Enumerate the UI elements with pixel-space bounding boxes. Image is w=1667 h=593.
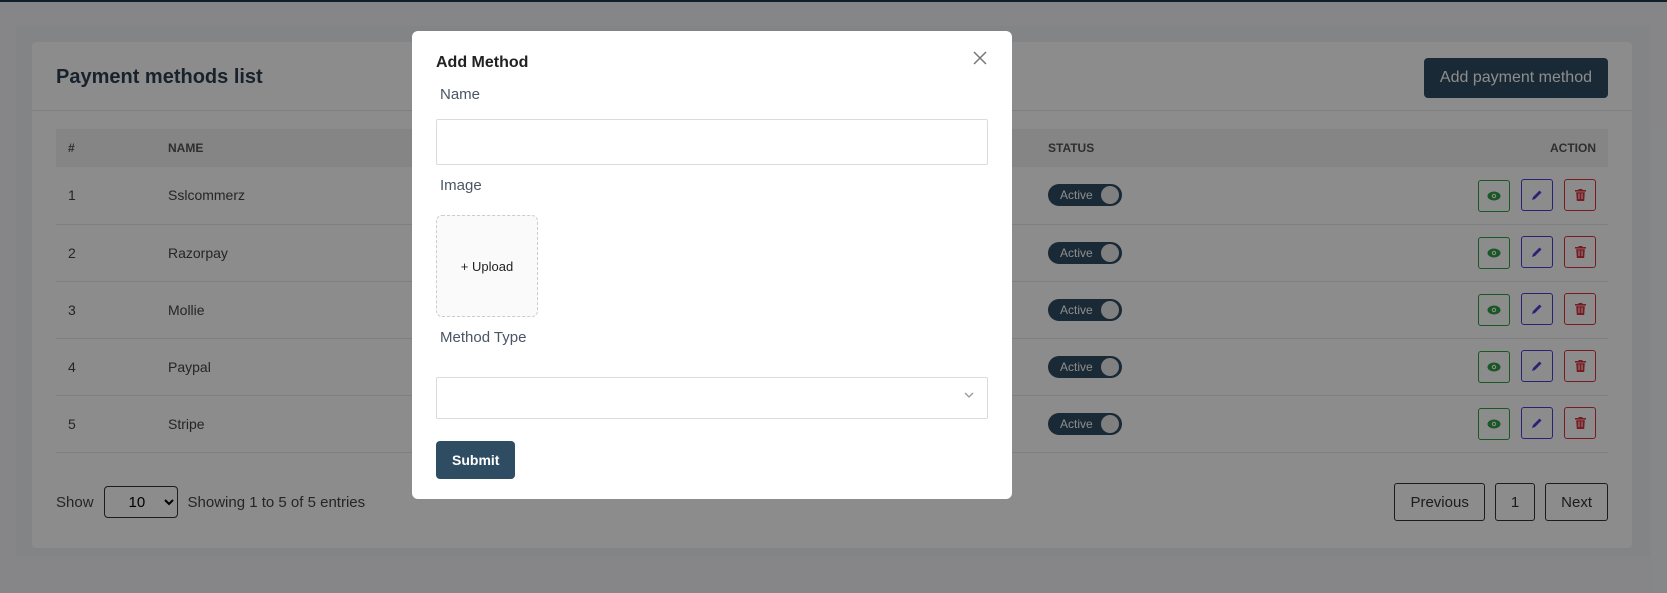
name-label: Name [440,86,481,103]
modal-title: Add Method [436,54,529,71]
chevron-down-icon [963,388,975,404]
image-upload-button[interactable]: + Upload [436,215,538,317]
method-type-select[interactable] [436,377,988,419]
close-icon[interactable] [968,47,992,71]
method-type-label: Method Type [440,329,527,346]
upload-text: + Upload [460,258,514,274]
add-method-modal: Add Method Name Image + Upload Method Ty… [412,31,1012,499]
submit-button[interactable]: Submit [436,441,516,479]
name-input[interactable] [436,119,988,165]
image-label: Image [440,177,482,194]
